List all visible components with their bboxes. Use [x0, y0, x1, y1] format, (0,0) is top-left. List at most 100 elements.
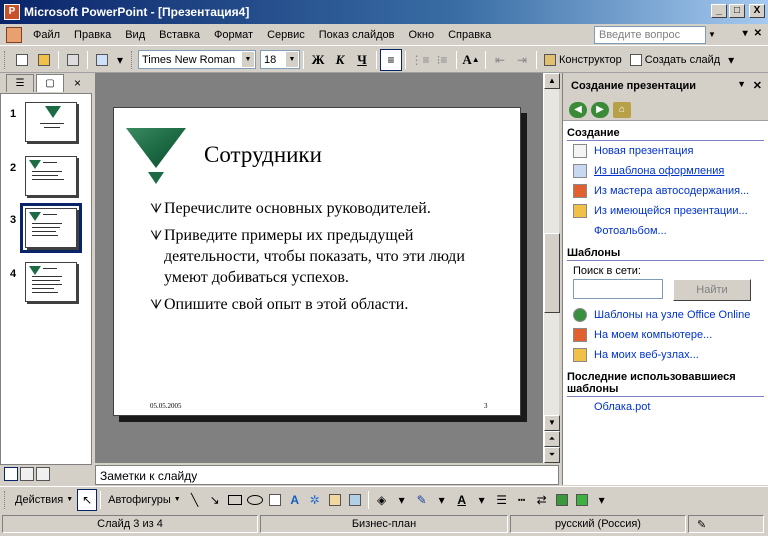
print-icon[interactable]: [62, 49, 84, 71]
doc-restore-icon[interactable]: ▾: [743, 28, 748, 39]
increase-indent-icon[interactable]: ⇥: [511, 49, 533, 71]
line-style-icon[interactable]: ☰: [492, 489, 512, 511]
arrow-icon[interactable]: ↘: [205, 489, 225, 511]
menu-insert[interactable]: Вставка: [152, 27, 207, 43]
menu-edit[interactable]: Правка: [67, 27, 118, 43]
italic-button[interactable]: К: [329, 49, 351, 71]
scroll-up-icon[interactable]: ▲: [544, 73, 560, 89]
new-slide-button[interactable]: Создать слайд: [626, 49, 724, 71]
bold-button[interactable]: Ж: [307, 49, 329, 71]
from-existing-link[interactable]: Из имеющейся презентации...: [563, 201, 768, 221]
task-pane-close-icon[interactable]: ✕: [753, 79, 762, 92]
chevron-down-icon[interactable]: ▼: [286, 52, 298, 67]
clipart-icon[interactable]: [325, 489, 345, 511]
font-size-combo[interactable]: 18 ▼: [260, 50, 300, 69]
recent-template-link[interactable]: Облака.pot: [563, 397, 768, 417]
close-pane-icon[interactable]: ×: [74, 76, 81, 90]
slide-body[interactable]: ᗐ Перечислите основных руководителей. ᗐ …: [150, 198, 490, 321]
menu-view[interactable]: Вид: [118, 27, 152, 43]
fill-color-icon[interactable]: ◈: [372, 489, 392, 511]
my-computer-templates-link[interactable]: На моем компьютере...: [563, 325, 768, 345]
font-name-combo[interactable]: Times New Roman ▼: [138, 50, 256, 69]
line-icon[interactable]: ╲: [185, 489, 205, 511]
sorter-view-icon[interactable]: [20, 467, 34, 481]
minimize-button[interactable]: _: [711, 4, 727, 18]
shadow-icon[interactable]: [552, 489, 572, 511]
forward-icon[interactable]: ▶: [591, 101, 609, 118]
menu-help[interactable]: Справка: [441, 27, 498, 43]
menu-format[interactable]: Формат: [207, 27, 260, 43]
slide-thumbnail-4[interactable]: [25, 262, 77, 302]
search-button[interactable]: Найти: [673, 279, 751, 301]
new-presentation-link[interactable]: Новая презентация: [563, 141, 768, 161]
picture-icon[interactable]: [345, 489, 365, 511]
numbered-list-icon[interactable]: ⋮≡: [409, 49, 431, 71]
slide-thumbnail-3[interactable]: [20, 203, 82, 253]
toolbar-grip[interactable]: [4, 50, 8, 69]
select-pointer-icon[interactable]: ↖: [77, 488, 98, 511]
new-document-icon[interactable]: [11, 49, 33, 71]
menu-file[interactable]: Файл: [26, 27, 67, 43]
normal-view-icon[interactable]: [4, 467, 18, 481]
scroll-thumb[interactable]: [544, 233, 560, 313]
my-websites-templates-link[interactable]: На моих веб-узлах...: [563, 345, 768, 365]
underline-button[interactable]: Ч: [351, 49, 373, 71]
copy-icon[interactable]: [91, 49, 113, 71]
line-color-icon[interactable]: ✎: [412, 489, 432, 511]
dash-style-icon[interactable]: ┅: [512, 489, 532, 511]
vertical-scrollbar[interactable]: ▲ ▼ ⏶ ⏷: [543, 73, 560, 463]
chevron-down-icon[interactable]: ▾: [392, 489, 412, 511]
menu-window[interactable]: Окно: [402, 27, 442, 43]
search-input[interactable]: [573, 279, 663, 299]
oval-icon[interactable]: [245, 489, 265, 511]
3d-icon[interactable]: [572, 489, 592, 511]
toolbar-options-icon[interactable]: ▾: [592, 489, 612, 511]
task-pane-title[interactable]: Создание презентации: [571, 80, 696, 92]
autocontent-wizard-link[interactable]: Из мастера автосодержания...: [563, 181, 768, 201]
font-color-icon[interactable]: A: [452, 489, 472, 511]
maximize-button[interactable]: □: [729, 4, 745, 18]
increase-font-icon[interactable]: A ▲: [460, 49, 482, 71]
wordart-icon[interactable]: A: [285, 489, 305, 511]
photo-album-link[interactable]: Фотоальбом...: [563, 221, 768, 241]
menu-tools[interactable]: Сервис: [260, 27, 312, 43]
open-icon[interactable]: [33, 49, 55, 71]
align-left-icon[interactable]: ≡: [380, 48, 402, 71]
powerpoint-app-icon[interactable]: P: [4, 4, 20, 20]
chevron-down-icon[interactable]: ▾: [472, 489, 492, 511]
slide-thumbnail-2[interactable]: [25, 156, 77, 196]
chevron-down-icon[interactable]: ▾: [432, 489, 452, 511]
slide-title[interactable]: Сотрудники: [204, 142, 322, 168]
actions-menu[interactable]: Действия ▼: [11, 489, 77, 511]
slides-tab[interactable]: ▢: [36, 74, 64, 92]
toolbar-grip[interactable]: [4, 490, 8, 509]
previous-slide-icon[interactable]: ⏶: [544, 431, 560, 447]
menu-slideshow[interactable]: Показ слайдов: [312, 27, 402, 43]
task-pane-menu-icon[interactable]: ▼: [737, 79, 746, 89]
close-window-button[interactable]: X: [749, 4, 765, 18]
toolbar-grip[interactable]: [131, 50, 135, 69]
back-icon[interactable]: ◀: [569, 101, 587, 118]
doc-close-icon[interactable]: ✕: [754, 28, 762, 39]
outline-tab[interactable]: ☰: [6, 74, 34, 92]
decrease-indent-icon[interactable]: ⇤: [489, 49, 511, 71]
from-template-link[interactable]: Из шаблона оформления: [563, 161, 768, 181]
toolbar-options-icon[interactable]: ▾: [113, 49, 127, 71]
diagram-icon[interactable]: ✲: [305, 489, 325, 511]
slide-thumbnail-1[interactable]: [25, 102, 77, 142]
office-online-templates-link[interactable]: Шаблоны на узле Office Online: [563, 305, 768, 325]
ask-question-input[interactable]: Введите вопрос: [594, 26, 706, 44]
scroll-down-icon[interactable]: ▼: [544, 415, 560, 431]
autoshapes-menu[interactable]: Автофигуры ▼: [104, 489, 185, 511]
spelling-icon[interactable]: ✎: [688, 515, 764, 533]
home-icon[interactable]: ⌂: [613, 101, 631, 118]
slideshow-view-icon[interactable]: [36, 467, 50, 481]
toolbar-options-icon[interactable]: ▾: [724, 49, 738, 71]
rectangle-icon[interactable]: [225, 489, 245, 511]
bulleted-list-icon[interactable]: ⁝≡: [431, 49, 453, 71]
ask-dropdown-icon[interactable]: ▼: [708, 30, 716, 39]
arrow-style-icon[interactable]: ⇄: [532, 489, 552, 511]
textbox-icon[interactable]: [265, 489, 285, 511]
next-slide-icon[interactable]: ⏷: [544, 447, 560, 463]
slide-canvas[interactable]: Сотрудники ᗐ Перечислите основных руково…: [113, 107, 521, 416]
